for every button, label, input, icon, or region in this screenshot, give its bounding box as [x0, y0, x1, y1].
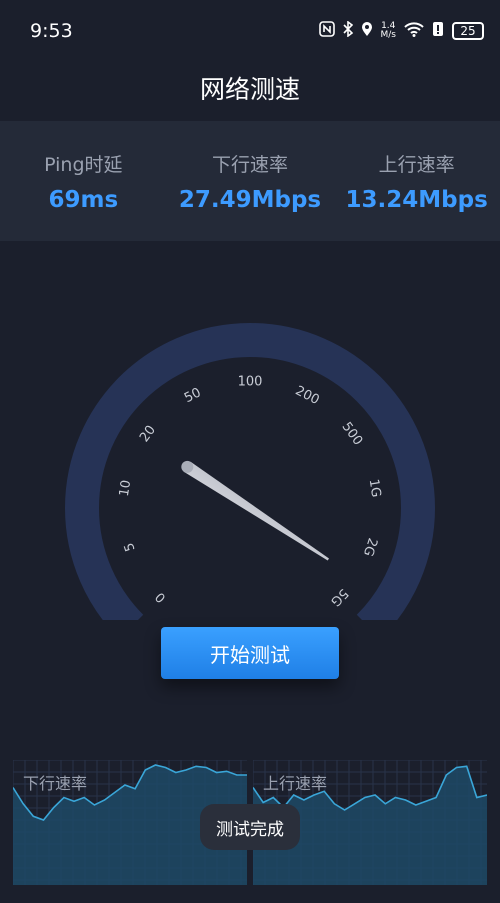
page-title: 网络测速: [199, 75, 300, 104]
gauge-label: 5: [122, 541, 139, 554]
gauge-label: 1G: [366, 478, 384, 498]
ping-value: 69ms: [48, 186, 119, 213]
gauge-label: 10: [117, 479, 134, 498]
location-icon: [361, 21, 373, 41]
upload-metric: 上行速率 13.24Mbps: [337, 150, 497, 213]
status-icons: 1.4 M/s 25: [318, 20, 484, 41]
upload-label: 上行速率: [378, 153, 455, 176]
start-test-button[interactable]: 开始测试: [161, 627, 339, 679]
download-metric: 下行速率 27.49Mbps: [170, 150, 330, 213]
speed-gauge: 0 5 10 20 50 100 200 500 1G 2G 5G: [0, 300, 500, 639]
download-chart-label: 下行速率: [23, 774, 88, 793]
network-speed-unit: M/s: [380, 30, 397, 40]
metrics-panel: Ping时延 69ms 下行速率 27.49Mbps 上行速率 13.24Mbp…: [0, 121, 500, 241]
gauge-label: 20: [137, 423, 159, 445]
gauge-needle: [184, 461, 330, 561]
gauge-label: 5G: [327, 585, 351, 609]
gauge-label: 2G: [360, 536, 380, 558]
bluetooth-icon: [342, 20, 353, 41]
nfc-icon: [318, 21, 335, 41]
toast-message: 测试完成: [200, 804, 300, 850]
gauge-label: 50: [182, 385, 204, 406]
battery-icon: 25: [452, 22, 484, 40]
upload-chart-label: 上行速率: [263, 774, 328, 793]
alert-icon: [432, 21, 444, 41]
ping-metric: Ping时延 69ms: [3, 150, 163, 213]
network-speed: 1.4 M/s: [381, 22, 397, 40]
gauge-label: 0: [153, 589, 169, 605]
download-value: 27.49Mbps: [178, 186, 322, 213]
wifi-icon: [404, 21, 424, 41]
ping-label: Ping时延: [44, 153, 123, 176]
gauge-scale-labels: 0 5 10 20 50 100 200 500 1G 2G 5G: [117, 375, 383, 609]
clock: 9:53: [30, 20, 73, 42]
download-label: 下行速率: [211, 153, 288, 176]
gauge-label: 200: [293, 383, 322, 408]
gauge-label: 100: [238, 375, 263, 390]
upload-value: 13.24Mbps: [345, 186, 488, 213]
gauge-needle-cap: [181, 460, 194, 473]
gauge-label: 500: [339, 419, 366, 448]
status-bar: 9:53 1.4 M/s 25: [0, 0, 500, 62]
